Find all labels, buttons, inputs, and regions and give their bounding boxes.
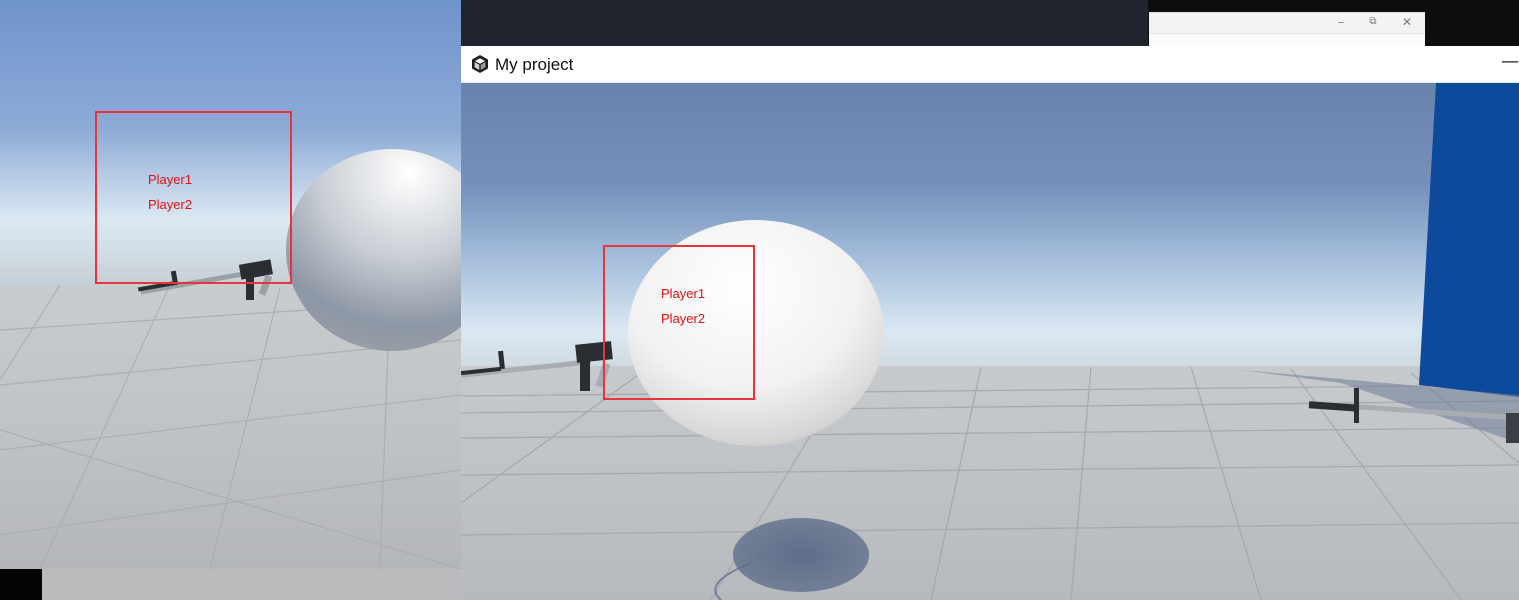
background-window-titlebar: – ⧉ ✕ <box>1149 12 1425 46</box>
main-player-label-1: Player1 <box>661 286 706 301</box>
window-titlebar[interactable]: My project — <box>461 46 1519 83</box>
background-restore-button[interactable]: ⧉ <box>1362 13 1384 31</box>
unity-logo-icon <box>472 55 488 73</box>
main-game-window: My project — Player1 Player2 <box>461 46 1519 600</box>
left-rifle <box>461 341 613 391</box>
background-minimize-button[interactable]: – <box>1330 13 1352 31</box>
back-window-floor-edge <box>42 569 461 600</box>
back-game-window: Player1 Player2 <box>0 0 461 569</box>
window-title: My project <box>495 55 574 74</box>
blue-wall <box>1419 83 1519 397</box>
sphere-shadow <box>733 518 869 592</box>
game-viewport[interactable]: Player1 Player2 <box>461 83 1519 600</box>
back-player-label-1: Player1 <box>148 172 193 187</box>
back-window-scene <box>0 149 461 569</box>
minimize-button[interactable]: — <box>1501 52 1519 76</box>
background-window-toolbar <box>1149 33 1425 46</box>
taskbar-edge <box>0 569 42 600</box>
back-sphere <box>286 149 461 351</box>
viewport-floor-grid <box>461 366 1519 600</box>
background-close-button[interactable]: ✕ <box>1396 13 1418 31</box>
main-player-label-2: Player2 <box>661 311 706 326</box>
back-debug-box <box>95 111 292 284</box>
back-player-label-2: Player2 <box>148 197 193 212</box>
